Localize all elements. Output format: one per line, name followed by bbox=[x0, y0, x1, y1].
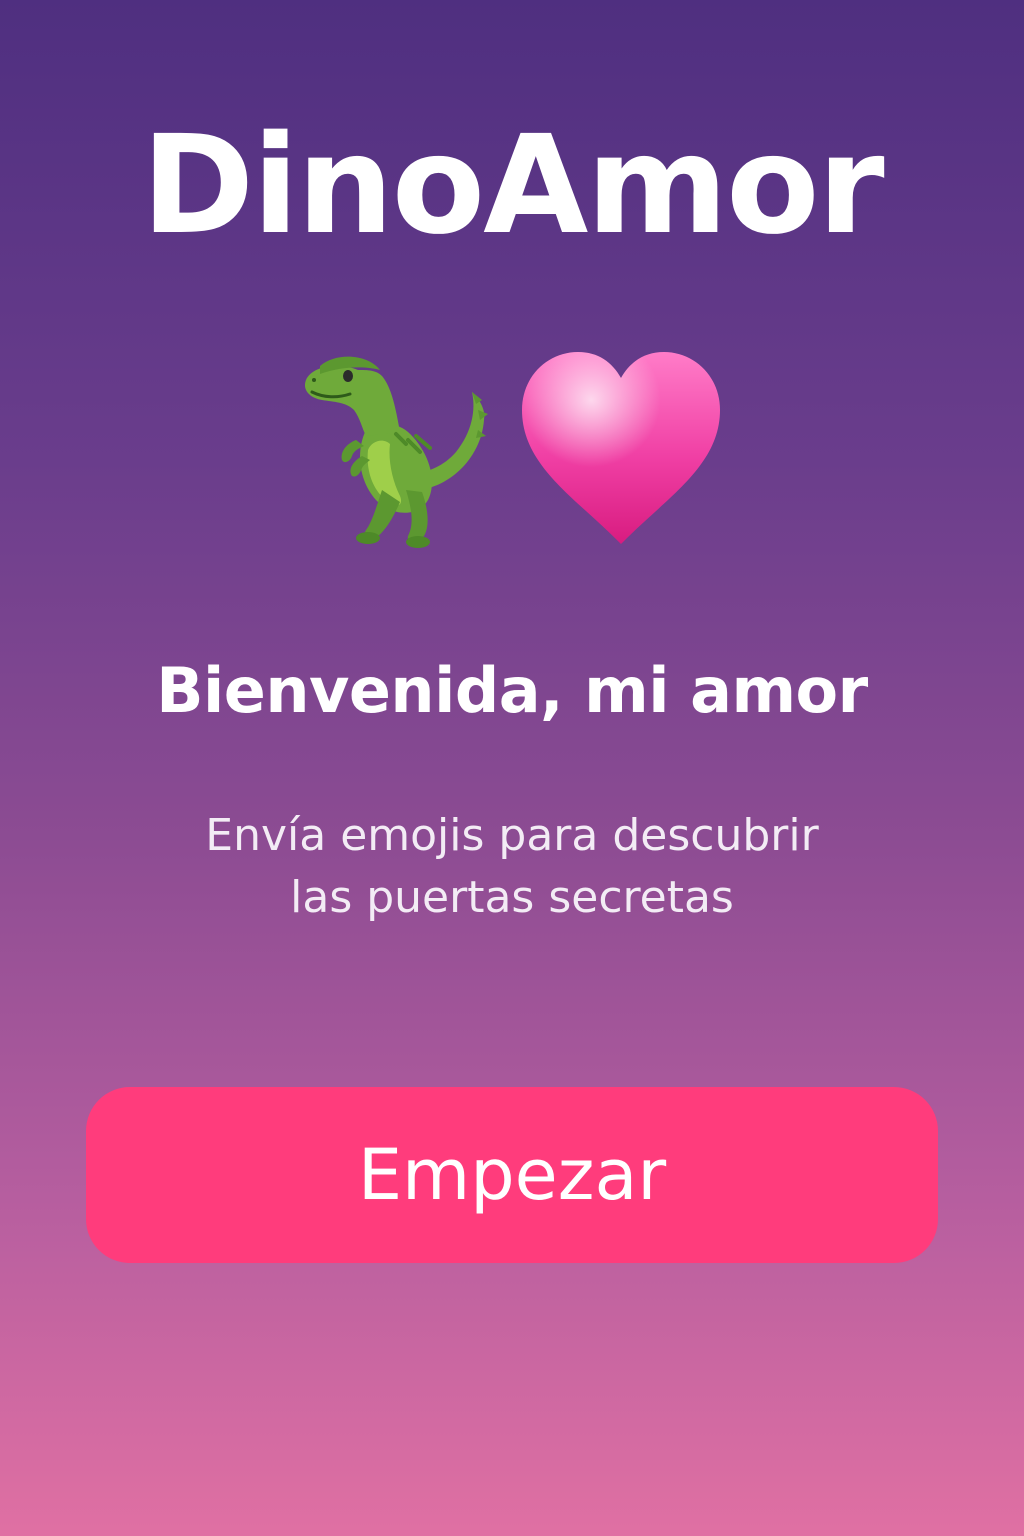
welcome-subtitle: Envía emojis para descubrir las puertas … bbox=[0, 805, 1024, 929]
hero-emojis bbox=[0, 340, 1024, 550]
app-title: DinoAmor bbox=[141, 107, 884, 265]
welcome-heading: Bienvenida, mi amor bbox=[156, 654, 868, 727]
pink-heart-icon bbox=[522, 352, 720, 544]
dinosaur-icon bbox=[304, 356, 488, 548]
welcome-screen: DinoAmor Bienvenida, mi amor Envía emoji… bbox=[0, 0, 1024, 1536]
subtitle-line-2: las puertas secretas bbox=[290, 872, 734, 923]
subtitle-line-1: Envía emojis para descubrir bbox=[205, 810, 819, 861]
start-button[interactable]: Empezar bbox=[86, 1087, 938, 1263]
